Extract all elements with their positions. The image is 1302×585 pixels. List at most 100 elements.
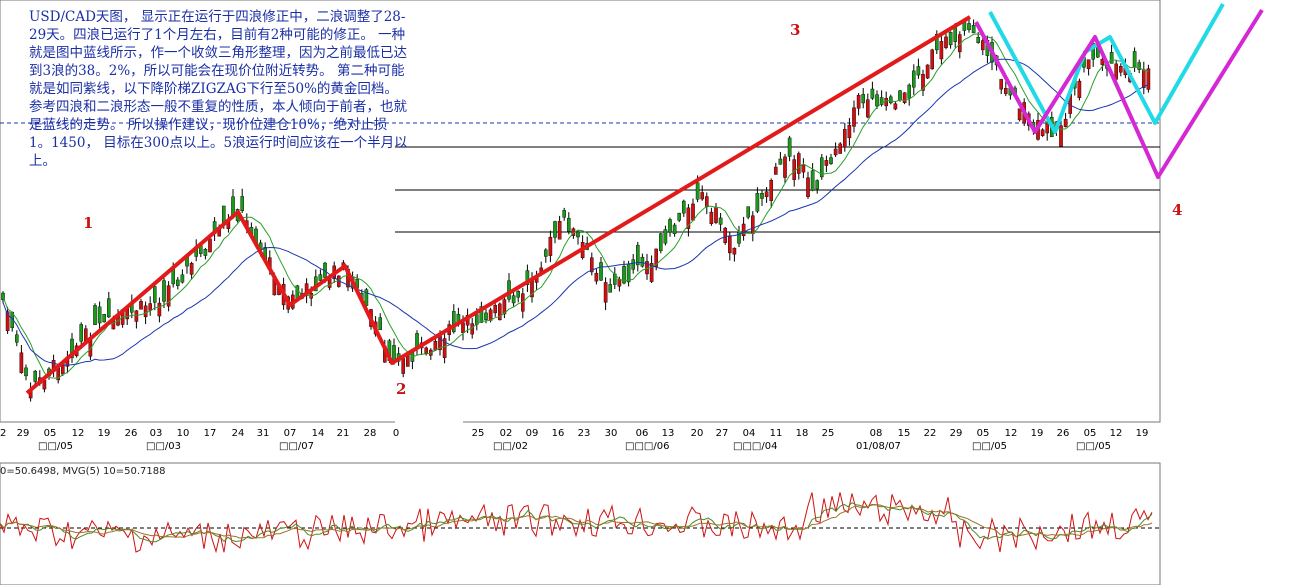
candle-body-165 [760, 193, 764, 199]
candle-body-206 [948, 31, 953, 46]
candle-body-205 [944, 36, 948, 48]
candle-body-177 [815, 180, 819, 190]
candle-body-213 [981, 40, 985, 51]
x-tick-40: 19 [1136, 428, 1149, 439]
candle-body-186 [856, 94, 861, 109]
candle-body-162 [746, 206, 750, 218]
candle-body-39 [180, 274, 185, 283]
candle-body-227 [1045, 123, 1049, 134]
x-tick-38: 05 [1084, 428, 1097, 439]
candle-body-107 [493, 305, 498, 314]
candle-body-132 [608, 284, 612, 293]
month-label-3: □□/02 [493, 441, 528, 452]
candle-body-171 [787, 137, 792, 157]
candle-body-38 [175, 279, 180, 286]
candle-body-82 [378, 317, 383, 330]
candle-body-155 [714, 206, 718, 223]
candle-body-136 [626, 263, 631, 283]
candle-body-92 [424, 347, 429, 354]
candle-body-204 [939, 41, 944, 60]
candle-body-195 [898, 90, 902, 101]
annotation-text: USD/CAD天图， 显示正在运行于四浪修正中，二浪调整了28-29天。四浪已运… [29, 9, 408, 169]
candle-body-139 [640, 256, 645, 267]
x-tick-28: 18 [796, 428, 809, 439]
candle-body-22 [102, 314, 106, 323]
candle-body-193 [889, 96, 893, 104]
candle-body-166 [764, 191, 769, 197]
blank-gap [395, 420, 463, 456]
candle-body-29 [134, 310, 139, 322]
wave-label-2: 2 [396, 380, 406, 398]
candle-body-156 [718, 217, 723, 225]
candle-body-226 [1040, 129, 1045, 136]
candle-body-243 [1118, 66, 1123, 73]
candle-body-187 [861, 93, 865, 104]
candle-body-211 [971, 24, 976, 34]
candle-body-190 [875, 94, 879, 107]
candle-body-169 [778, 158, 783, 165]
candle-body-145 [668, 219, 672, 233]
month-label-2: □□/07 [279, 441, 314, 452]
candle-body-3 [14, 334, 19, 343]
candle-body-108 [498, 303, 502, 321]
candle-body-105 [484, 312, 488, 320]
candle-body-249 [1146, 68, 1151, 90]
candle-body-198 [912, 70, 916, 88]
candle-body-129 [594, 272, 599, 282]
candle-body-207 [953, 26, 957, 42]
candle-body-33 [152, 286, 157, 303]
candle-body-161 [741, 223, 746, 237]
candle-body-112 [516, 291, 520, 298]
x-tick-29: 25 [822, 428, 835, 439]
x-tick-37: 26 [1057, 428, 1070, 439]
candle-body-174 [801, 164, 806, 173]
candle-body-153 [705, 196, 709, 208]
candle-body-45 [208, 238, 212, 253]
x-tick-30: 08 [870, 428, 883, 439]
candle-body-246 [1132, 51, 1137, 68]
x-tick-32: 22 [924, 428, 937, 439]
candle-body-125 [576, 231, 580, 238]
candle-body-20 [93, 305, 97, 325]
month-label-4: □□□/06 [625, 441, 669, 452]
candle-body-151 [695, 182, 700, 200]
x-tick-0: 22 [0, 428, 6, 439]
x-tick-27: 11 [770, 428, 783, 439]
candle-body-167 [769, 180, 773, 201]
candle-body-106 [488, 309, 493, 321]
candle-body-210 [967, 23, 971, 30]
candle-body-184 [847, 124, 852, 139]
candle-body-100 [461, 322, 465, 333]
candle-body-111 [511, 295, 516, 304]
candle-body-159 [732, 247, 737, 255]
x-tick-20: 23 [578, 428, 591, 439]
x-axis: 22 29 05 12 19 26 03 10 17 24 31 07 14 21 28 0 25 02 09 16 2… [0, 428, 1148, 452]
candle-body-32 [148, 303, 153, 311]
candle-body-176 [810, 170, 815, 191]
x-tick-14: 28 [364, 428, 377, 439]
candle-body-118 [544, 249, 548, 257]
candle-body-146 [672, 224, 677, 234]
candle-body-189 [870, 88, 875, 99]
candle-body-4 [19, 352, 24, 374]
x-tick-19: 16 [552, 428, 565, 439]
candle-body-192 [884, 98, 888, 107]
candle-body-123 [567, 218, 571, 232]
x-tick-17: 02 [500, 428, 513, 439]
x-tick-23: 13 [662, 428, 675, 439]
candle-body-69 [318, 274, 323, 281]
month-label-0: □□/05 [38, 441, 73, 452]
x-tick-8: 17 [204, 428, 217, 439]
candle-body-185 [852, 107, 856, 127]
candle-body-182 [838, 143, 842, 154]
x-tick-10: 31 [257, 428, 270, 439]
candle-body-44 [203, 249, 208, 256]
x-tick-11: 07 [284, 428, 297, 439]
candle-body-170 [783, 156, 787, 178]
x-tick-21: 30 [605, 428, 618, 439]
x-tick-22: 06 [636, 428, 649, 439]
x-tick-13: 21 [337, 428, 350, 439]
x-tick-1: 29 [17, 428, 30, 439]
candle-body-163 [751, 215, 755, 235]
candle-body-130 [599, 262, 603, 281]
